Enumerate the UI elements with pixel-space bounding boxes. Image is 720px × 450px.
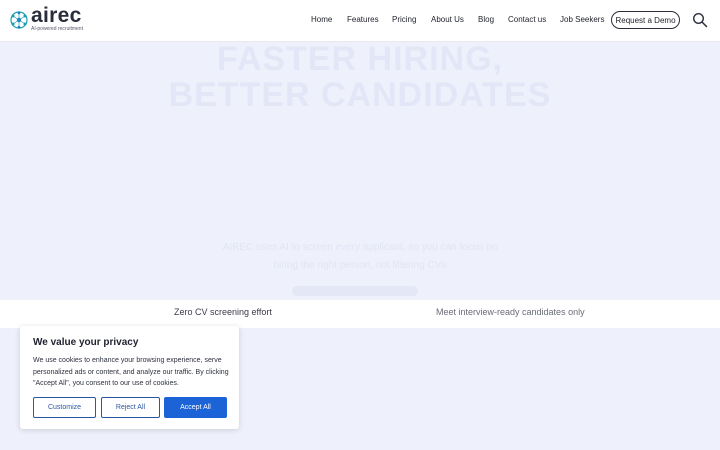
hero-title-line-1: FASTER HIRING, <box>216 40 504 78</box>
hero-section: FASTER HIRING, BETTER CANDIDATES AIREC u… <box>0 40 720 300</box>
nav-contact-us[interactable]: Contact us <box>508 15 546 24</box>
nav-features[interactable]: Features <box>347 15 379 24</box>
hero-subtitle-line-2: hiring the right person, not filtering C… <box>273 260 447 271</box>
brand-logo[interactable]: airec AI-powered recruitment <box>9 4 99 35</box>
nav-pricing[interactable]: Pricing <box>392 15 416 24</box>
request-demo-button[interactable]: Request a Demo <box>611 11 680 29</box>
accept-all-button[interactable]: Accept All <box>164 397 227 418</box>
nav-home[interactable]: Home <box>311 15 332 24</box>
hero-cta-button[interactable] <box>292 286 418 296</box>
hero-subtitle-line-1: AIREC uses AI to screen every applicant,… <box>222 242 498 253</box>
cookie-banner-title: We value your privacy <box>33 337 139 348</box>
feature-interview-ready: Meet interview-ready candidates only <box>436 307 585 317</box>
brand-tagline: AI-powered recruitment <box>31 26 83 32</box>
nav-blog[interactable]: Blog <box>478 15 494 24</box>
cookie-consent-banner: We value your privacy We use cookies to … <box>20 326 239 429</box>
cookie-banner-text: We use cookies to enhance your browsing … <box>33 357 229 387</box>
customize-button[interactable]: Customize <box>33 397 96 418</box>
feature-zero-cv-screening: Zero CV screening effort <box>174 307 272 317</box>
site-header: airec AI-powered recruitment Home Featur… <box>0 0 720 42</box>
logo-network-icon <box>10 11 28 29</box>
nav-about-us[interactable]: About Us <box>431 15 464 24</box>
features-strip: Zero CV screening effort Meet interview-… <box>0 300 720 328</box>
reject-all-button[interactable]: Reject All <box>101 397 160 418</box>
brand-name: airec <box>31 4 82 27</box>
nav-job-seekers[interactable]: Job Seekers <box>560 15 604 24</box>
search-icon[interactable] <box>692 12 708 28</box>
hero-title-line-2: BETTER CANDIDATES <box>168 76 552 114</box>
